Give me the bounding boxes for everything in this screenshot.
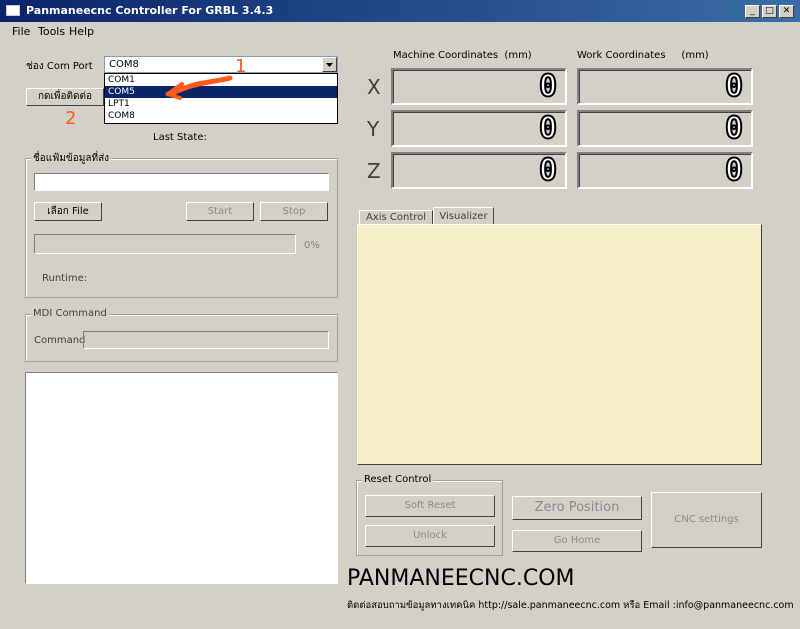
minimize-icon[interactable]: _: [745, 5, 760, 18]
com-port-value: COM8: [109, 59, 139, 70]
progress-percent: 0%: [304, 240, 320, 251]
axis-x-label: X: [367, 75, 381, 99]
annotation-number-1: 1: [235, 56, 247, 77]
machine-coords-header: Machine Coordinates (mm): [393, 50, 532, 61]
menu-bar: File Tools Help: [0, 22, 800, 40]
app-icon: [6, 5, 20, 16]
menu-help[interactable]: Help: [69, 25, 94, 38]
stop-button[interactable]: Stop: [260, 202, 328, 221]
title-bar[interactable]: Panmaneecnc Controller For GRBL 3.4.3 _ …: [0, 0, 800, 22]
menu-tools[interactable]: Tools: [38, 25, 65, 38]
maximize-icon[interactable]: □: [762, 5, 777, 18]
file-group-legend: ชื่อแฟ้มข้อมูลที่ส่ง: [31, 151, 112, 166]
work-x-value: 0: [724, 69, 744, 104]
axis-y-label: Y: [367, 117, 380, 141]
work-z-value: 0: [724, 153, 744, 188]
progress-bar: [34, 234, 296, 254]
machine-z-display: 0: [391, 152, 567, 189]
start-button[interactable]: Start: [186, 202, 254, 221]
reset-control-legend: Reset Control: [362, 474, 434, 485]
machine-x-display: 0: [391, 68, 567, 105]
work-y-value: 0: [724, 111, 744, 146]
work-z-display: 0: [577, 152, 753, 189]
go-home-button[interactable]: Go Home: [512, 530, 642, 552]
machine-y-value: 0: [538, 111, 558, 146]
command-label: Command: [34, 335, 86, 346]
window-title: Panmaneecnc Controller For GRBL 3.4.3: [26, 4, 274, 17]
com-port-label: ช่อง Com Port: [26, 61, 93, 72]
work-coords-header: Work Coordinates (mm): [577, 50, 709, 61]
unlock-button[interactable]: Unlock: [365, 525, 495, 547]
tab-visualizer[interactable]: Visualizer: [433, 207, 494, 225]
choose-file-button[interactable]: เลือก File: [34, 202, 102, 221]
tab-axis-control[interactable]: Axis Control: [359, 210, 433, 225]
filename-input[interactable]: [34, 173, 329, 191]
work-y-display: 0: [577, 110, 753, 147]
close-icon[interactable]: ✕: [779, 5, 794, 18]
last-state-label: Last State:: [153, 132, 207, 143]
annotation-arrow-icon: [165, 75, 233, 100]
machine-z-value: 0: [538, 153, 558, 188]
machine-y-display: 0: [391, 110, 567, 147]
command-input[interactable]: [83, 331, 329, 349]
runtime-label: Runtime:: [42, 273, 88, 284]
annotation-number-2: 2: [65, 108, 77, 129]
axis-z-label: Z: [367, 159, 381, 183]
soft-reset-button[interactable]: Soft Reset: [365, 495, 495, 517]
console-log[interactable]: [25, 372, 338, 584]
menu-file[interactable]: File: [12, 25, 30, 38]
machine-x-value: 0: [538, 69, 558, 104]
brand-title: PANMANEECNC.COM: [347, 566, 575, 591]
dropdown-option-com8[interactable]: COM8: [105, 110, 337, 122]
cnc-settings-button[interactable]: CNC settings: [651, 492, 762, 548]
connect-button[interactable]: กดเพื่อติดต่อ: [26, 88, 104, 106]
chevron-down-icon[interactable]: [322, 57, 337, 72]
zero-position-button[interactable]: Zero Position: [512, 496, 642, 520]
mdi-legend: MDI Command: [31, 308, 109, 319]
visualizer-panel[interactable]: [357, 224, 762, 465]
work-x-display: 0: [577, 68, 753, 105]
contact-info: ติดต่อสอบถามข้อมูลทางเทคนิค http://sale.…: [347, 600, 794, 611]
